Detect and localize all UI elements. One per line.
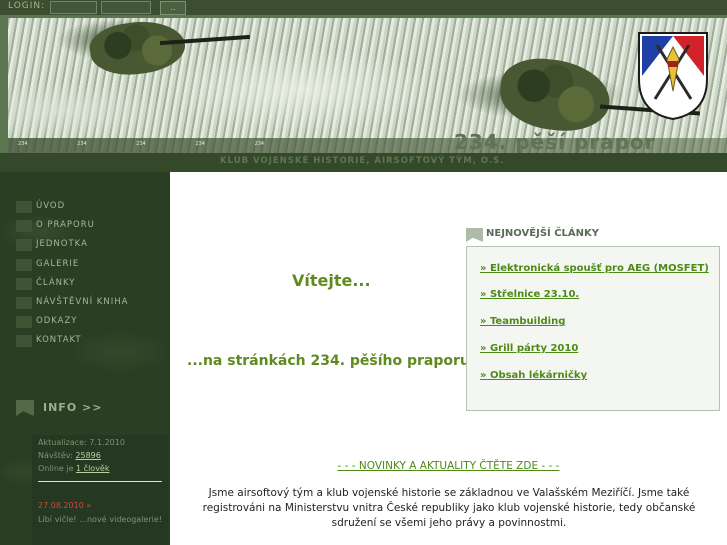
nav-label[interactable]: NÁVŠTĚVNÍ KNIHA xyxy=(36,297,128,307)
film-strip-numbers: 234 234 234 234 234 xyxy=(18,141,265,147)
nav-label[interactable]: ODKAZY xyxy=(36,316,78,326)
subtitle-bar: KLUB VOJENSKÉ HISTORIE, AIRSOFTOVÝ TÝM, … xyxy=(0,153,727,172)
login-password-input[interactable] xyxy=(101,1,151,14)
info-heading: INFO >> xyxy=(16,400,166,418)
visits-label: Návštěv: xyxy=(38,451,73,460)
info-heading-label: INFO >> xyxy=(43,401,103,414)
nav-bullet-icon xyxy=(16,335,32,348)
nav-label[interactable]: O PRAPORU xyxy=(36,220,95,230)
online-label: Online je xyxy=(38,464,74,473)
login-bar: LOGIN: .. xyxy=(0,0,727,15)
nav-bullet-icon xyxy=(16,201,32,213)
article-link[interactable]: » Obsah lékárničky xyxy=(480,370,587,381)
article-link[interactable]: » Teambuilding xyxy=(480,316,565,327)
online-count-link[interactable]: 1 člověk xyxy=(76,464,109,473)
info-divider xyxy=(38,481,162,482)
nav-bullet-icon xyxy=(16,277,32,290)
nav-label[interactable]: KONTAKT xyxy=(36,335,82,345)
nav-bullet-icon xyxy=(16,296,32,309)
site-title: 234. pěší prapor xyxy=(454,130,656,154)
nav-bullet-icon xyxy=(16,258,32,271)
login-submit-button[interactable]: .. xyxy=(160,1,186,15)
article-link[interactable]: » Grill párty 2010 xyxy=(480,343,578,354)
login-label: LOGIN: xyxy=(8,1,46,11)
unit-emblem-logo xyxy=(638,32,708,121)
latest-articles-box: » Elektronická spoušť pro AEG (MOSFET) »… xyxy=(466,246,720,411)
intro-paragraph: Jsme airsoftový tým a klub vojenské hist… xyxy=(202,487,696,529)
login-username-input[interactable] xyxy=(50,1,97,14)
news-date[interactable]: 27.08.2010 » xyxy=(38,501,91,510)
welcome-heading: Vítejte... xyxy=(292,271,371,290)
nav-label[interactable]: ÚVOD xyxy=(36,201,65,211)
frame-left xyxy=(0,15,8,155)
visit-counter: Návštěv: 25896 xyxy=(38,451,101,460)
main-content: Vítejte... ...na stránkách 234. pěšího p… xyxy=(170,172,727,545)
nav-bullet-icon xyxy=(16,239,32,252)
soldier-right-image xyxy=(496,54,614,136)
nav-label[interactable]: JEDNOTKA xyxy=(36,239,88,249)
site-subtitle: KLUB VOJENSKÉ HISTORIE, AIRSOFTOVÝ TÝM, … xyxy=(220,156,505,166)
visits-count-link[interactable]: 25896 xyxy=(75,451,100,460)
nav-label[interactable]: GALERIE xyxy=(36,259,79,269)
nav-bullet-icon xyxy=(16,316,32,329)
info-box: Aktualizace: 7.1.2010 Návštěv: 25896 Onl… xyxy=(32,435,168,545)
flag-icon xyxy=(466,228,483,242)
news-snippet: Líbí vičle! ...nové videogalerie! xyxy=(38,515,162,524)
flag-icon xyxy=(16,400,34,416)
nav-bullet-icon xyxy=(16,220,32,233)
article-link[interactable]: » Střelnice 23.10. xyxy=(480,289,579,300)
article-link[interactable]: » Elektronická spoušť pro AEG (MOSFET) xyxy=(480,263,709,274)
online-counter: Online je 1 člověk xyxy=(38,464,109,473)
last-update-text: Aktualizace: 7.1.2010 xyxy=(38,438,125,447)
frame-top xyxy=(0,15,727,18)
soldier-left-image xyxy=(86,15,189,81)
sidebar: ÚVOD O PRAPORU JEDNOTKA GALERIE ČLÁNKY N… xyxy=(0,172,170,545)
news-section-link[interactable]: - - - NOVINKY A AKTUALITY ČTĚTE ZDE - - … xyxy=(170,460,727,472)
latest-articles-title: NEJNOVĚJŠÍ ČLÁNKY xyxy=(486,228,600,239)
nav-label[interactable]: ČLÁNKY xyxy=(36,278,76,288)
welcome-subheading: ...na stránkách 234. pěšího praporu! xyxy=(187,353,477,369)
header-banner: LOGIN: .. 234 234 234 234 234 234. pěší … xyxy=(0,0,727,172)
